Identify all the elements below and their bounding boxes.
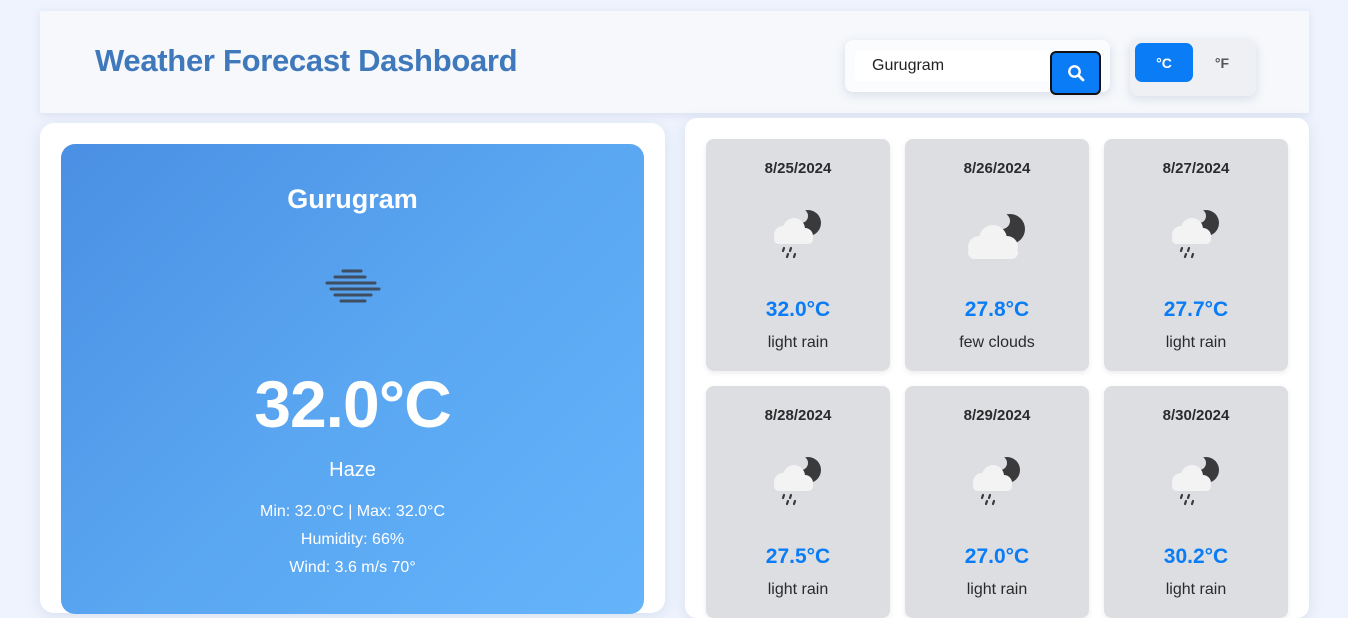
current-description: Haze: [329, 459, 376, 481]
forecast-date: 8/25/2024: [764, 160, 832, 177]
rain-night-icon: [1172, 209, 1219, 259]
current-temperature: 32.0°C: [254, 367, 452, 441]
forecast-panel: 8/25/2024 32.0°C light rain 8/26/2024 27…: [685, 118, 1309, 618]
forecast-description: few clouds: [959, 334, 1035, 351]
rain-night-icon: [973, 456, 1020, 506]
wind: Wind: 3.6 m/s 70°: [289, 559, 416, 576]
forecast-card: 8/30/2024 30.2°C light rain: [1104, 386, 1288, 618]
forecast-description: light rain: [1165, 334, 1227, 351]
current-weather-panel: Gurugram 32.0°C Haze Min: 32.0°C | Max: …: [40, 123, 665, 614]
rain-night-icon: [774, 209, 821, 259]
header: Weather Forecast Dashboard °C °F: [40, 11, 1309, 113]
haze-icon: [325, 269, 381, 303]
forecast-description: light rain: [1165, 581, 1227, 598]
rain-night-icon: [1172, 456, 1219, 506]
search-input[interactable]: [855, 51, 1049, 81]
forecast-temperature: 30.2°C: [1163, 545, 1229, 568]
forecast-card: 8/26/2024 27.8°C few clouds: [905, 139, 1089, 371]
forecast-date: 8/28/2024: [764, 407, 832, 424]
celsius-button[interactable]: °C: [1135, 43, 1193, 82]
forecast-description: light rain: [966, 581, 1028, 598]
rain-night-icon: [774, 456, 821, 506]
city-name: Gurugram: [287, 184, 418, 214]
cloud-night-icon: [968, 213, 1025, 259]
humidity: Humidity: 66%: [300, 531, 405, 548]
forecast-date: 8/27/2024: [1162, 160, 1230, 177]
forecast-card: 8/25/2024 32.0°C light rain: [706, 139, 890, 371]
search-button[interactable]: [1050, 51, 1101, 95]
forecast-card: 8/28/2024 27.5°C light rain: [706, 386, 890, 618]
unit-toggle: °C °F: [1130, 39, 1256, 96]
forecast-temperature: 27.8°C: [964, 298, 1030, 321]
forecast-temperature: 27.5°C: [765, 545, 831, 568]
forecast-date: 8/30/2024: [1162, 407, 1230, 424]
page-title: Weather Forecast Dashboard: [95, 43, 518, 78]
min-max-temperature: Min: 32.0°C | Max: 32.0°C: [259, 503, 446, 520]
forecast-date: 8/29/2024: [963, 407, 1031, 424]
forecast-card: 8/29/2024 27.0°C light rain: [905, 386, 1089, 618]
forecast-temperature: 27.0°C: [964, 545, 1030, 568]
search-icon: [1067, 65, 1084, 82]
forecast-date: 8/26/2024: [963, 160, 1031, 177]
forecast-description: light rain: [767, 581, 829, 598]
fahrenheit-button[interactable]: °F: [1196, 43, 1248, 82]
current-weather-card: Gurugram 32.0°C Haze Min: 32.0°C | Max: …: [61, 144, 644, 614]
forecast-card: 8/27/2024 27.7°C light rain: [1104, 139, 1288, 371]
forecast-temperature: 32.0°C: [765, 298, 831, 321]
forecast-temperature: 27.7°C: [1163, 298, 1229, 321]
forecast-description: light rain: [767, 334, 829, 351]
